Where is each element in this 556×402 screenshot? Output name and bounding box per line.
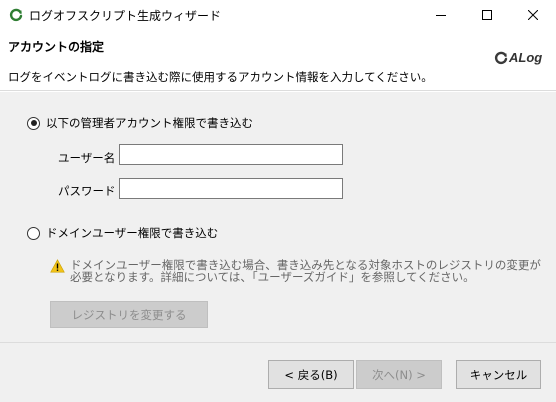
back-button[interactable]: < 戻る(B) [268,360,354,389]
admin-account-radio[interactable] [27,116,40,130]
cancel-button[interactable]: キャンセル [456,360,541,389]
close-icon [528,10,538,20]
window-title: ログオフスクリプト生成ウィザード [29,9,222,23]
wizard-header: アカウントの指定 ログをイベントログに書き込む際に使用するアカウント情報を入力し… [0,30,556,91]
maximize-button[interactable] [464,0,510,30]
domain-user-option[interactable]: ドメインユーザー権限で書き込む [27,225,218,241]
minimize-icon [436,15,446,16]
change-registry-button[interactable]: レジストリを変更する [50,301,208,328]
alog-logo-icon [494,51,508,64]
minimize-button[interactable] [418,0,464,30]
maximize-icon [482,10,492,20]
logo-text: ALog [509,50,543,65]
password-label: パスワード [58,184,116,198]
admin-account-option[interactable]: 以下の管理者アカウント権限で書き込む [27,115,253,131]
domain-user-label: ドメインユーザー権限で書き込む [46,226,219,240]
next-button[interactable]: 次へ(N) > [356,360,442,389]
wizard-content: 以下の管理者アカウント権限で書き込む ユーザー名 パスワード ドメインユーザー権… [0,92,556,342]
domain-user-radio[interactable] [27,226,40,240]
close-button[interactable] [510,0,556,30]
page-title: アカウントの指定 [8,40,105,54]
title-bar: ログオフスクリプト生成ウィザード [0,0,556,30]
username-input[interactable] [119,144,343,165]
password-input[interactable] [119,178,343,199]
admin-account-label: 以下の管理者アカウント権限で書き込む [46,116,253,130]
warning-text: ドメインユーザー権限で書き込む場合、書き込み先となる対象ホストのレジストリの変更… [70,258,541,284]
wizard-footer: < 戻る(B) 次へ(N) > キャンセル [0,342,556,402]
alog-logo: ALog [494,50,542,65]
username-label: ユーザー名 [58,151,116,165]
app-refresh-icon [9,8,23,22]
warning-icon [50,259,65,273]
page-description: ログをイベントログに書き込む際に使用するアカウント情報を入力してください。 [8,70,433,84]
